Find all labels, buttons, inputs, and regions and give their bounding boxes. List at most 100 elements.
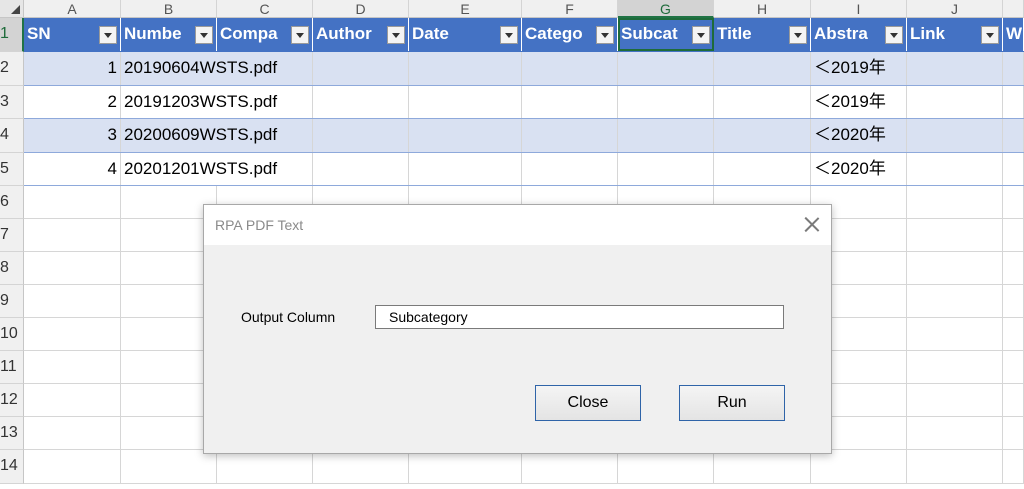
cell-subcategory[interactable] [618, 153, 714, 185]
empty-cell[interactable] [1003, 186, 1024, 218]
dialog-title-bar[interactable]: RPA PDF Text [204, 205, 831, 245]
column-header-i[interactable]: I [811, 0, 907, 18]
close-button[interactable]: Close [535, 385, 641, 421]
header-cell-subcategory[interactable]: Subcat [618, 18, 714, 51]
cell-link[interactable] [907, 153, 1003, 185]
row-header-3[interactable]: 3 [0, 86, 24, 119]
run-button[interactable]: Run [679, 385, 785, 421]
column-header-d[interactable]: D [313, 0, 409, 18]
cell-company[interactable] [217, 52, 313, 85]
header-cell-sn[interactable]: SN [24, 18, 121, 51]
cell-category[interactable] [522, 86, 618, 118]
column-header-j[interactable]: J [907, 0, 1003, 18]
empty-cell[interactable] [1003, 417, 1024, 449]
filter-dropdown-icon[interactable] [195, 26, 213, 44]
row-header-12[interactable]: 12 [0, 384, 24, 417]
empty-cell[interactable] [907, 219, 1003, 251]
cell-abstract[interactable]: ＜2020年 [811, 153, 907, 185]
cell-date[interactable] [409, 52, 522, 85]
filter-dropdown-icon[interactable] [291, 26, 309, 44]
empty-cell[interactable] [121, 450, 217, 483]
column-header-c[interactable]: C [217, 0, 313, 18]
filter-dropdown-icon[interactable] [885, 26, 903, 44]
cell-w[interactable] [1003, 52, 1024, 85]
empty-cell[interactable] [907, 285, 1003, 317]
cell-author[interactable] [313, 119, 409, 152]
cell-category[interactable] [522, 153, 618, 185]
empty-cell[interactable] [907, 318, 1003, 350]
cell-company[interactable] [217, 153, 313, 185]
column-header-h[interactable]: H [714, 0, 811, 18]
empty-cell[interactable] [24, 219, 121, 251]
cell-w[interactable] [1003, 153, 1024, 185]
empty-cell[interactable] [1003, 351, 1024, 383]
empty-cell[interactable] [1003, 285, 1024, 317]
header-cell-date[interactable]: Date [409, 18, 522, 51]
cell-date[interactable] [409, 119, 522, 152]
cell-subcategory[interactable] [618, 119, 714, 152]
row-header-8[interactable]: 8 [0, 252, 24, 285]
empty-cell[interactable] [24, 417, 121, 449]
header-cell-w[interactable]: W [1003, 18, 1024, 51]
cell-sn[interactable]: 2 [24, 86, 121, 118]
empty-cell[interactable] [313, 450, 409, 483]
cell-title[interactable] [714, 153, 811, 185]
empty-cell[interactable] [24, 186, 121, 218]
column-header-g[interactable]: G [618, 0, 714, 18]
empty-cell[interactable] [1003, 450, 1024, 483]
empty-cell[interactable] [907, 450, 1003, 483]
filter-dropdown-icon[interactable] [981, 26, 999, 44]
header-cell-number[interactable]: Numbe [121, 18, 217, 51]
cell-date[interactable] [409, 153, 522, 185]
cell-w[interactable] [1003, 119, 1024, 152]
header-cell-abstract[interactable]: Abstra [811, 18, 907, 51]
filter-dropdown-icon[interactable] [500, 26, 518, 44]
filter-dropdown-icon[interactable] [789, 26, 807, 44]
cell-category[interactable] [522, 119, 618, 152]
cell-subcategory[interactable] [618, 52, 714, 85]
empty-cell[interactable] [1003, 219, 1024, 251]
empty-cell[interactable] [217, 450, 313, 483]
header-cell-title[interactable]: Title [714, 18, 811, 51]
empty-cell[interactable] [24, 450, 121, 483]
cell-date[interactable] [409, 86, 522, 118]
cell-title[interactable] [714, 119, 811, 152]
cell-number[interactable]: 20201201WSTS.pdf [121, 153, 277, 185]
cell-category[interactable] [522, 52, 618, 85]
column-header-e[interactable]: E [409, 0, 522, 18]
row-header-6[interactable]: 6 [0, 186, 24, 219]
empty-cell[interactable] [522, 450, 618, 483]
empty-cell[interactable] [811, 450, 907, 483]
empty-cell[interactable] [1003, 318, 1024, 350]
cell-sn[interactable]: 1 [24, 52, 121, 85]
empty-cell[interactable] [907, 351, 1003, 383]
cell-abstract[interactable]: ＜2019年 [811, 52, 907, 85]
row-header-10[interactable]: 10 [0, 318, 24, 351]
header-cell-author[interactable]: Author [313, 18, 409, 51]
cell-abstract[interactable]: ＜2020年 [811, 119, 907, 152]
row-header-1[interactable]: 1 [0, 18, 24, 52]
cell-link[interactable] [907, 119, 1003, 152]
column-header-b[interactable]: B [121, 0, 217, 18]
empty-cell[interactable] [907, 252, 1003, 284]
cell-subcategory[interactable] [618, 86, 714, 118]
header-cell-company[interactable]: Compa [217, 18, 313, 51]
cell-author[interactable] [313, 86, 409, 118]
cell-title[interactable] [714, 52, 811, 85]
row-header-2[interactable]: 2 [0, 52, 24, 86]
column-header-f[interactable]: F [522, 0, 618, 18]
empty-cell[interactable] [907, 417, 1003, 449]
empty-cell[interactable] [907, 186, 1003, 218]
empty-cell[interactable] [409, 450, 522, 483]
filter-dropdown-icon[interactable] [692, 26, 710, 44]
cell-title[interactable] [714, 86, 811, 118]
empty-cell[interactable] [1003, 384, 1024, 416]
empty-cell[interactable] [24, 285, 121, 317]
cell-link[interactable] [907, 52, 1003, 85]
empty-cell[interactable] [714, 450, 811, 483]
filter-dropdown-icon[interactable] [596, 26, 614, 44]
cell-number[interactable]: 20190604WSTS.pdf [121, 52, 277, 85]
empty-cell[interactable] [24, 351, 121, 383]
output-column-input[interactable] [375, 305, 784, 329]
cell-author[interactable] [313, 52, 409, 85]
